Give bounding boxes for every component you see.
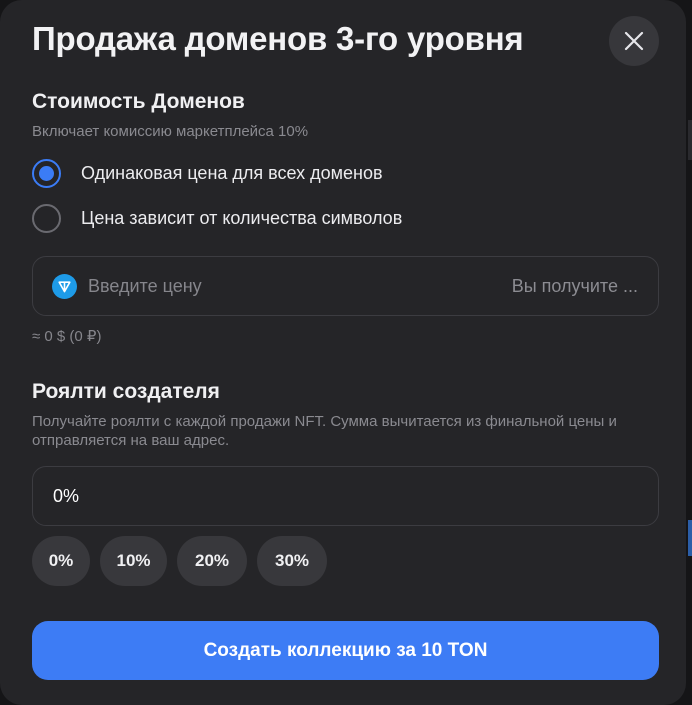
backdrop-fragment [688, 120, 692, 160]
radio-button-unchecked[interactable] [32, 204, 61, 233]
royalty-field[interactable] [32, 466, 659, 526]
royalty-preset-30[interactable]: 30% [257, 536, 327, 586]
pricing-section-title: Стоимость Доменов [32, 90, 245, 113]
backdrop-fragment [688, 520, 692, 556]
radio-button-checked[interactable] [32, 159, 61, 188]
royalty-preset-20[interactable]: 20% [177, 536, 247, 586]
create-collection-button[interactable]: Создать коллекцию за 10 TON [32, 621, 659, 680]
radio-label: Одинаковая цена для всех доменов [81, 163, 383, 183]
price-input[interactable] [88, 275, 512, 297]
radio-same-price[interactable]: Одинаковая цена для всех доменов [32, 159, 383, 188]
royalty-section-title: Роялти создателя [32, 380, 220, 403]
close-button[interactable] [609, 16, 659, 66]
royalty-preset-0[interactable]: 0% [32, 536, 90, 586]
royalty-description: Получайте роялти с каждой продажи NFT. С… [32, 413, 617, 449]
approx-value: ≈ 0 $ (0 ₽) [32, 328, 102, 345]
radio-price-by-length[interactable]: Цена зависит от количества символов [32, 204, 402, 233]
royalty-presets: 0% 10% 20% 30% [32, 536, 327, 586]
modal-title: Продажа доменов 3-го уровня [32, 20, 524, 57]
price-field[interactable]: Вы получите ... [32, 256, 659, 316]
radio-label: Цена зависит от количества символов [81, 208, 403, 228]
receive-hint: Вы получите ... [511, 275, 638, 296]
royalty-input[interactable] [53, 485, 658, 507]
ton-icon [52, 273, 77, 299]
pricing-subtitle: Включает комиссию маркетплейса 10% [32, 123, 309, 140]
close-icon [624, 31, 644, 51]
sell-domains-modal: Продажа доменов 3-го уровня Стоимость До… [0, 0, 686, 705]
royalty-preset-10[interactable]: 10% [100, 536, 167, 586]
